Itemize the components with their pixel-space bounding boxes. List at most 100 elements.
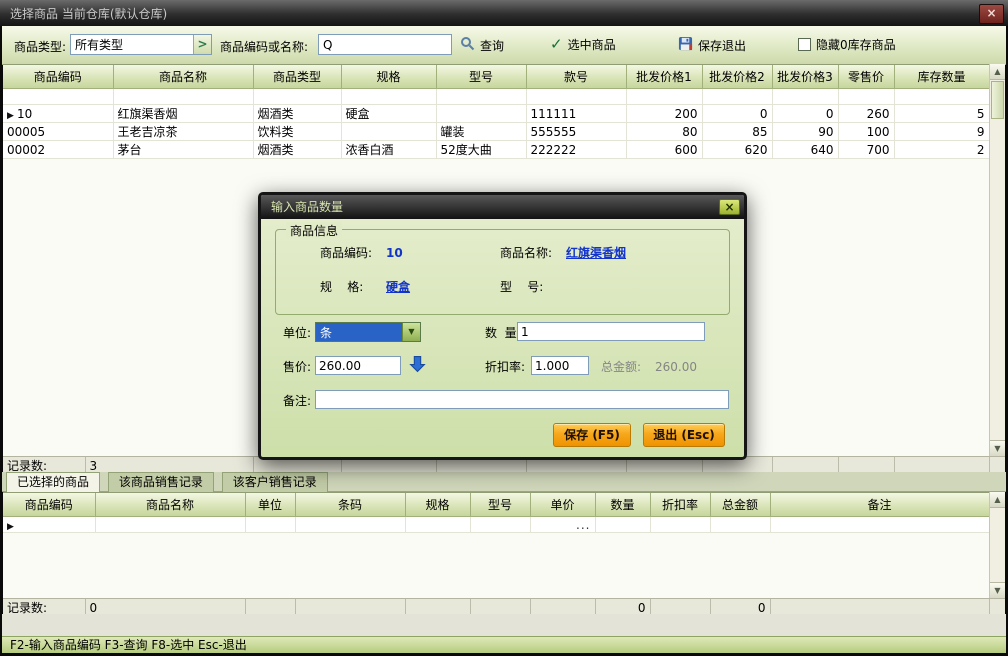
name-label: 商品名称:	[500, 246, 553, 260]
product-type-label: 商品类型:	[14, 40, 67, 54]
scrollbar-thumb[interactable]	[991, 81, 1004, 119]
col-header-code[interactable]: 商品编码	[3, 65, 114, 89]
search-button-label: 查询	[480, 38, 505, 53]
scrollbar-up-icon[interactable]: ▲	[990, 64, 1005, 80]
dialog-title: 输入商品数量	[271, 200, 344, 214]
row-selector-icon: ▶	[7, 110, 14, 121]
selected-grid-scrollbar[interactable]: ▲ ▼	[989, 492, 1005, 598]
product-type-dropdown[interactable]: 所有类型 >	[70, 34, 212, 55]
app-window: 选择商品 当前仓库(默认仓库) × 商品类型: 所有类型 > 商品编码或名称: …	[0, 0, 1008, 656]
col-header-type[interactable]: 商品类型	[253, 65, 342, 89]
unit-dropdown[interactable]: 条 ▼	[315, 322, 421, 342]
col-header-barcode[interactable]: 条码	[295, 493, 406, 517]
col-header-qty[interactable]: 数量	[595, 493, 651, 517]
col-header-wholesale2[interactable]: 批发价格2	[702, 65, 773, 89]
selected-products-grid: 商品编码 商品名称 单位 条码 规格 型号 单价 数量 折扣率 总金额 备注 ▶	[3, 492, 989, 599]
col-header-spec[interactable]: 规格	[341, 65, 437, 89]
col-header-code[interactable]: 商品编码	[3, 493, 96, 517]
record-count-value: 3	[85, 457, 254, 473]
col-header-model[interactable]: 型号	[470, 493, 531, 517]
remark-label: 备注:	[283, 394, 312, 408]
row-selector-icon: ▶	[7, 521, 14, 532]
col-header-name[interactable]: 商品名称	[113, 65, 254, 89]
tab-selected-products[interactable]: 已选择的商品	[6, 472, 101, 492]
scrollbar-down-icon[interactable]: ▼	[990, 582, 1005, 598]
bottom-panel	[2, 614, 1006, 636]
selected-products-table: 商品编码 商品名称 单位 条码 规格 型号 单价 数量 折扣率 总金额 备注 ▶	[3, 493, 989, 533]
save-button[interactable]: 保存 (F5)	[553, 423, 631, 447]
discount-input[interactable]	[531, 356, 589, 375]
close-icon[interactable]: ×	[979, 4, 1004, 24]
name-value: 红旗渠香烟	[566, 246, 627, 260]
exit-button[interactable]: 退出 (Esc)	[643, 423, 725, 447]
status-bar: F2-输入商品编码 F3-查询 F8-选中 Esc-退出	[2, 636, 1006, 653]
selected-grid-header-row: 商品编码 商品名称 单位 条码 规格 型号 单价 数量 折扣率 总金额 备注	[3, 493, 989, 517]
save-exit-button[interactable]: 保存退出	[678, 36, 746, 54]
code-or-name-label: 商品编码或名称:	[220, 40, 309, 54]
hide-zero-stock-checkbox[interactable]: 隐藏0库存商品	[798, 36, 896, 53]
price-down-arrow-icon[interactable]	[409, 355, 426, 376]
price-input[interactable]	[315, 356, 401, 375]
price-label: 售价:	[283, 360, 312, 374]
dialog-close-icon[interactable]: ×	[719, 199, 740, 215]
record-count-value: 0	[85, 599, 246, 615]
scrollbar-down-icon[interactable]: ▼	[990, 440, 1005, 456]
col-header-wholesale1[interactable]: 批发价格1	[626, 65, 703, 89]
col-header-retail[interactable]: 零售价	[838, 65, 895, 89]
dialog-body: 商品信息 商品编码: 10 商品名称: 红旗渠香烟 规 格: 硬盒 型 号: 单…	[261, 219, 744, 457]
record-count-label: 记录数:	[3, 457, 86, 473]
window-titlebar[interactable]: 选择商品 当前仓库(默认仓库) ×	[0, 0, 1008, 26]
record-count-label: 记录数:	[3, 599, 86, 615]
table-row[interactable]: 00002 茅台 烟酒类 浓香白酒 52度大曲 222222 600 620 6…	[3, 140, 989, 159]
code-or-name-input[interactable]	[318, 34, 452, 55]
product-grid-scrollbar[interactable]: ▲ ▼	[989, 64, 1005, 456]
col-header-wholesale3[interactable]: 批发价格3	[772, 65, 839, 89]
filter-row[interactable]	[3, 88, 989, 105]
code-label: 商品编码:	[320, 246, 373, 260]
total-value: 260.00	[655, 360, 697, 374]
code-value: 10	[386, 246, 403, 260]
product-grid-header-row: 商品编码 商品名称 商品类型 规格 型号 款号 批发价格1 批发价格2 批发价格…	[3, 65, 989, 89]
table-row[interactable]: ▶ 10 红旗渠香烟 烟酒类 硬盒 111111 200 0 0 260 5	[3, 104, 989, 123]
col-header-spec[interactable]: 规格	[405, 493, 471, 517]
col-header-unit[interactable]: 单位	[245, 493, 296, 517]
col-header-model[interactable]: 型号	[436, 65, 527, 89]
product-table: 商品编码 商品名称 商品类型 规格 型号 款号 批发价格1 批发价格2 批发价格…	[3, 65, 989, 159]
table-row[interactable]: 00005 王老吉凉茶 饮料类 罐装 555555 80 85 90 100 9	[3, 122, 989, 141]
unit-value: 条	[320, 325, 333, 340]
total-label: 总金额:	[601, 360, 642, 374]
qty-sum-value: 0	[595, 599, 651, 615]
window-title: 选择商品 当前仓库(默认仓库)	[10, 7, 168, 21]
search-icon	[460, 36, 475, 54]
select-product-button[interactable]: ✓ 选中商品	[550, 36, 616, 53]
toolbar: 商品类型: 所有类型 > 商品编码或名称: 查询 ✓ 选中商品 保存退出 隐藏0…	[2, 26, 1006, 65]
hide-zero-stock-label: 隐藏0库存商品	[816, 38, 896, 52]
ellipsis-button[interactable]: ...	[576, 518, 590, 532]
col-header-price[interactable]: 单价	[530, 493, 596, 517]
col-header-name[interactable]: 商品名称	[95, 493, 246, 517]
dropdown-arrow-icon[interactable]: >	[193, 35, 211, 54]
check-icon: ✓	[550, 35, 563, 53]
col-header-discount[interactable]: 折扣率	[650, 493, 711, 517]
col-header-style[interactable]: 款号	[526, 65, 627, 89]
col-header-stock[interactable]: 库存数量	[894, 65, 989, 89]
dropdown-arrow-icon[interactable]: ▼	[402, 323, 420, 341]
tab-customer-sales-history[interactable]: 该客户销售记录	[221, 472, 328, 492]
remark-input[interactable]	[315, 390, 729, 409]
quantity-input[interactable]	[517, 322, 705, 341]
save-exit-label: 保存退出	[698, 38, 747, 53]
checkbox-icon[interactable]	[798, 38, 811, 51]
group-legend: 商品信息	[286, 222, 343, 239]
unit-label: 单位:	[283, 326, 312, 340]
col-header-remark[interactable]: 备注	[770, 493, 989, 517]
select-product-label: 选中商品	[567, 38, 616, 52]
dialog-titlebar[interactable]: 输入商品数量 ×	[261, 195, 744, 219]
search-button[interactable]: 查询	[460, 36, 504, 54]
scrollbar-up-icon[interactable]: ▲	[990, 492, 1005, 508]
qty-label: 数 量:	[485, 326, 521, 340]
tab-product-sales-history[interactable]: 该商品销售记录	[107, 472, 214, 492]
lower-tabs: 已选择的商品 该商品销售记录 该客户销售记录	[2, 472, 1006, 492]
col-header-total[interactable]: 总金额	[710, 493, 771, 517]
table-row[interactable]: ▶ ...	[3, 516, 989, 533]
discount-label: 折扣率:	[485, 360, 526, 374]
